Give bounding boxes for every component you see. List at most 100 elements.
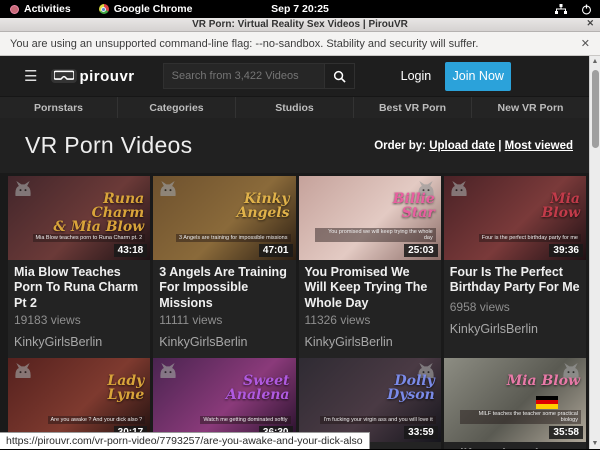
order-by-upload-date-link[interactable]: Upload date [429,140,495,152]
system-top-bar: Activities Google Chrome Sep 7 20:25 [0,0,600,18]
video-card[interactable]: Mia Blow Four is the perfect birthday pa… [444,176,586,358]
main-navigation: PornstarsCategoriesStudiosBest VR PornNe… [0,96,589,118]
nav-item-new-vr-porn[interactable]: New VR Porn [471,97,589,118]
web-page: ☰ pirouvr Login Join Now [0,56,600,449]
thumbnail-caption: 3 Angels are training for impossible mis… [176,234,291,242]
chrome-icon [99,4,109,14]
video-duration-badge: 25:03 [404,244,438,257]
page-scrollbar[interactable]: ▲ ▼ [589,56,600,449]
video-thumbnail[interactable]: Lady Lyne Are you awake ? And your dick … [8,358,150,442]
hamburger-menu-icon[interactable]: ☰ [24,67,37,85]
order-by-most-viewed-link[interactable]: Most viewed [505,140,573,152]
video-thumbnail[interactable]: Mia Blow Four is the perfect birthday pa… [444,176,586,260]
app-menu-label: Google Chrome [114,3,193,15]
page-heading-row: VR Porn Videos Order by: Upload date | M… [0,118,589,173]
video-title-link[interactable]: Mia Blow Teaches Porn To Runa Charm Pt 2 [8,260,150,311]
scrollbar-down-arrow-icon[interactable]: ▼ [590,438,600,449]
scrollbar-thumb[interactable] [592,70,599,148]
scrollbar-up-arrow-icon[interactable]: ▲ [590,56,600,67]
video-studio-link[interactable]: KinkyGirlsBerlin [153,327,295,358]
studio-cat-logo-icon [13,362,33,379]
order-by-label: Order by: [374,140,426,152]
thumbnail-overlay-name: Dolly Dyson [387,374,435,402]
video-studio-link[interactable]: KinkyGirlsBerlin [8,327,150,358]
order-by-controls: Order by: Upload date | Most viewed [374,140,573,152]
page-title: VR Porn Videos [25,132,192,159]
nav-item-best-vr-porn[interactable]: Best VR Porn [353,97,471,118]
thumbnail-overlay-name: Kinky Angels [237,192,290,220]
studio-cat-logo-icon [158,180,178,197]
video-title-link[interactable]: 3 Angels Are Training For Impossible Mis… [153,260,295,311]
thumbnail-caption: MILF teaches the teacher some practical … [460,410,581,424]
thumbnail-caption: You promised we will keep trying the who… [315,228,436,242]
studio-cat-logo-icon [13,180,33,197]
site-header: ☰ pirouvr Login Join Now [0,56,589,96]
video-card[interactable]: Runa Charm & Mia Blow Mia Blow teaches p… [8,176,150,358]
video-thumbnail[interactable]: Dolly Dyson I'm fucking your virgin ass … [299,358,441,442]
search-button[interactable] [325,63,355,89]
thumbnail-overlay-name: Mia Blow [507,374,580,388]
window-close-icon[interactable]: ✕ [586,18,594,29]
nav-item-categories[interactable]: Categories [117,97,235,118]
thumbnail-overlay-name: Sweet Analena [226,374,290,402]
join-now-button[interactable]: Join Now [445,62,511,91]
video-title-link[interactable]: Milf Teaches The Teacher Some Practical … [444,442,586,449]
studio-cat-logo-icon [449,180,469,197]
thumbnail-caption: Four is the perfect birthday party for m… [479,234,581,242]
video-duration-badge: 39:36 [549,244,583,257]
video-studio-link[interactable]: KinkyGirlsBerlin [299,327,441,358]
thumbnail-overlay-name: Billie Star [393,192,435,220]
app-menu-google-chrome[interactable]: Google Chrome [99,3,193,15]
video-views: 19183 views [8,311,150,327]
video-thumbnail[interactable]: Mia Blow MILF teaches the teacher some p… [444,358,586,442]
video-title-link[interactable]: You Promised We Will Keep Trying The Who… [299,260,441,311]
vr-goggles-icon [51,69,77,83]
nav-item-pornstars[interactable]: Pornstars [0,97,117,118]
video-thumbnail[interactable]: Sweet Analena Watch me getting dominated… [153,358,295,442]
nav-item-studios[interactable]: Studios [235,97,353,118]
video-duration-badge: 35:58 [549,426,583,439]
thumbnail-caption: Mia Blow teaches porn to Runa Charm pt. … [33,234,146,242]
video-title-link[interactable]: Four Is The Perfect Birthday Party For M… [444,260,586,298]
power-icon[interactable] [581,4,592,15]
thumbnail-overlay-name: Lady Lyne [107,374,144,402]
video-thumbnail[interactable]: Runa Charm & Mia Blow Mia Blow teaches p… [8,176,150,260]
clock[interactable]: Sep 7 20:25 [271,3,329,15]
video-thumbnail[interactable]: Billie Star You promised we will keep tr… [299,176,441,260]
video-studio-link[interactable]: KinkyGirlsBerlin [444,314,586,345]
login-link[interactable]: Login [401,69,432,83]
activities-button[interactable]: Activities [10,3,71,15]
thumbnail-caption: I'm fucking your virgin ass and you will… [320,416,435,424]
thumbnail-caption: Are you awake ? And your dick also ? [48,416,146,424]
warning-text: You are using an unsupported command-lin… [10,38,478,50]
video-views: 11326 views [299,311,441,327]
browser-title-bar[interactable]: VR Porn: Virtual Reality Sex Videos | Pi… [0,18,600,32]
thumbnail-caption: Watch me getting dominated softly [200,416,290,424]
video-grid: Runa Charm & Mia Blow Mia Blow teaches p… [8,173,586,449]
chrome-warning-bar: You are using an unsupported command-lin… [0,32,600,56]
site-logo[interactable]: pirouvr [51,68,134,85]
activities-label: Activities [24,3,71,15]
video-duration-badge: 43:18 [114,244,148,257]
video-card[interactable]: Mia Blow MILF teaches the teacher some p… [444,358,586,449]
video-card[interactable]: Billie Star You promised we will keep tr… [299,176,441,358]
order-separator: | [495,140,505,152]
logo-text: pirouvr [79,68,134,85]
search-input[interactable] [163,63,325,89]
video-duration-badge: 47:01 [259,244,293,257]
network-icon[interactable] [555,4,567,15]
distro-icon [10,5,19,14]
german-flag-icon [536,396,558,409]
thumbnail-overlay-name: Runa Charm & Mia Blow [53,192,144,234]
thumbnail-overlay-name: Mia Blow [541,192,580,220]
video-views: 6958 views [444,298,586,314]
video-card[interactable]: Kinky Angels 3 Angels are training for i… [153,176,295,358]
window-title: VR Porn: Virtual Reality Sex Videos | Pi… [192,19,408,30]
video-duration-badge: 33:59 [404,426,438,439]
status-bar-url: https://pirouvr.com/vr-porn-video/779325… [0,432,370,449]
video-thumbnail[interactable]: Kinky Angels 3 Angels are training for i… [153,176,295,260]
warning-close-icon[interactable]: ✕ [581,37,590,50]
video-views: 11111 views [153,311,295,327]
search-icon [333,70,346,83]
studio-cat-logo-icon [158,362,178,379]
